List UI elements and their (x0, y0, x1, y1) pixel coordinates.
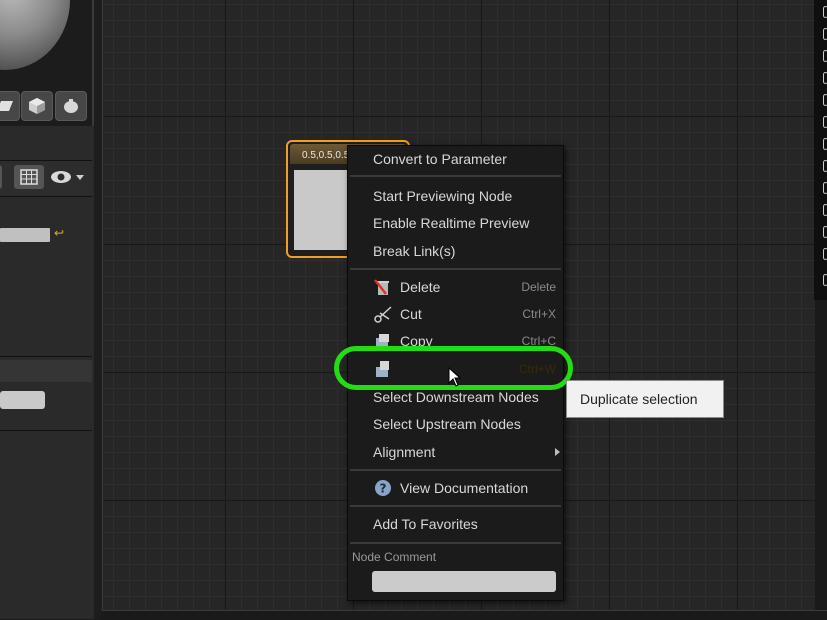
menu-item-label: Break Link(s) (373, 243, 456, 259)
menu-separator (350, 175, 561, 177)
property-value-field[interactable] (0, 391, 45, 409)
menu-item-label: Enable Realtime Preview (373, 215, 530, 231)
pin-icon (823, 274, 827, 286)
toolbar-button-partial[interactable] (0, 165, 2, 189)
left-panel: ↩ (0, 0, 94, 619)
panel-divider (0, 430, 92, 431)
pin-icon (823, 204, 827, 216)
grid-view-button[interactable] (14, 165, 44, 189)
cube-icon (29, 98, 45, 114)
menu-separator (350, 542, 561, 544)
menu-item-convert-to-parameter[interactable]: Convert to Parameter (348, 146, 563, 172)
pin-icon (823, 138, 827, 150)
pin-icon (823, 226, 827, 238)
details-toolbar (0, 160, 92, 195)
pin-icon (823, 28, 827, 40)
node-comment-input[interactable] (372, 571, 556, 592)
menu-item-label: Delete (400, 279, 441, 295)
pin-icon (823, 248, 827, 260)
menu-item-label: Select Upstream Nodes (373, 416, 521, 432)
menu-item-break-links[interactable]: Break Link(s) (348, 238, 563, 264)
plane-shape-button[interactable] (0, 91, 20, 121)
menu-item-delete[interactable]: Delete Delete (348, 274, 563, 300)
node-comment-label: Node Comment (352, 550, 437, 564)
reset-to-default-icon[interactable]: ↩ (54, 226, 64, 240)
svg-text:?: ? (380, 482, 387, 496)
delete-icon (374, 278, 392, 296)
pin-icon (823, 160, 827, 172)
menu-item-cut[interactable]: Cut Ctrl+X (348, 301, 563, 327)
category-header[interactable] (0, 360, 92, 382)
preview-sphere (0, 0, 70, 70)
custom-mesh-button[interactable] (55, 91, 87, 121)
tooltip-text: Duplicate selection (580, 391, 698, 407)
menu-item-start-previewing-node[interactable]: Start Previewing Node (348, 183, 563, 209)
submenu-arrow-icon (555, 448, 560, 456)
menu-item-select-upstream-nodes[interactable]: Select Upstream Nodes (348, 411, 563, 437)
property-value-field[interactable] (0, 228, 50, 242)
panel-divider (0, 356, 92, 357)
menu-item-enable-realtime-preview[interactable]: Enable Realtime Preview (348, 210, 563, 236)
pin-icon (823, 6, 827, 18)
scissors-icon (374, 305, 392, 323)
material-preview-viewport[interactable] (0, 0, 94, 126)
teapot-icon (64, 99, 78, 113)
eye-icon (51, 171, 84, 183)
plane-icon (0, 101, 13, 111)
node-color-preview (294, 170, 350, 250)
panel-divider (0, 196, 92, 197)
menu-item-label: Add To Favorites (373, 516, 478, 532)
menu-item-label: View Documentation (400, 480, 529, 496)
pin-icon (823, 116, 827, 128)
menu-item-shortcut: Delete (521, 280, 556, 294)
grid-icon (20, 169, 38, 185)
menu-separator (350, 469, 561, 471)
menu-item-shortcut: Ctrl+X (522, 307, 556, 321)
tooltip: Duplicate selection (566, 380, 724, 418)
pin-icon (823, 72, 827, 84)
menu-item-view-documentation[interactable]: ? View Documentation (348, 475, 563, 501)
cube-shape-button[interactable] (21, 91, 53, 121)
help-icon: ? (374, 479, 392, 497)
preview-shape-toolbar (0, 88, 92, 122)
node-title: 0.5,0.5,0.5 (302, 150, 350, 161)
menu-item-add-to-favorites[interactable]: Add To Favorites (348, 511, 563, 537)
menu-item-label: Start Previewing Node (373, 188, 513, 204)
menu-item-alignment[interactable]: Alignment (348, 439, 563, 465)
panel-splitter[interactable] (94, 0, 102, 619)
pin-icon (823, 182, 827, 194)
menu-item-label: Convert to Parameter (373, 151, 507, 167)
visibility-dropdown[interactable] (48, 165, 90, 189)
menu-separator (350, 505, 561, 507)
pin-icon (823, 50, 827, 62)
pin-icon (823, 94, 827, 106)
menu-item-label: Alignment (373, 444, 436, 460)
menu-item-label: Cut (400, 306, 422, 322)
menu-separator (350, 268, 561, 270)
mouse-cursor-icon (448, 366, 462, 392)
